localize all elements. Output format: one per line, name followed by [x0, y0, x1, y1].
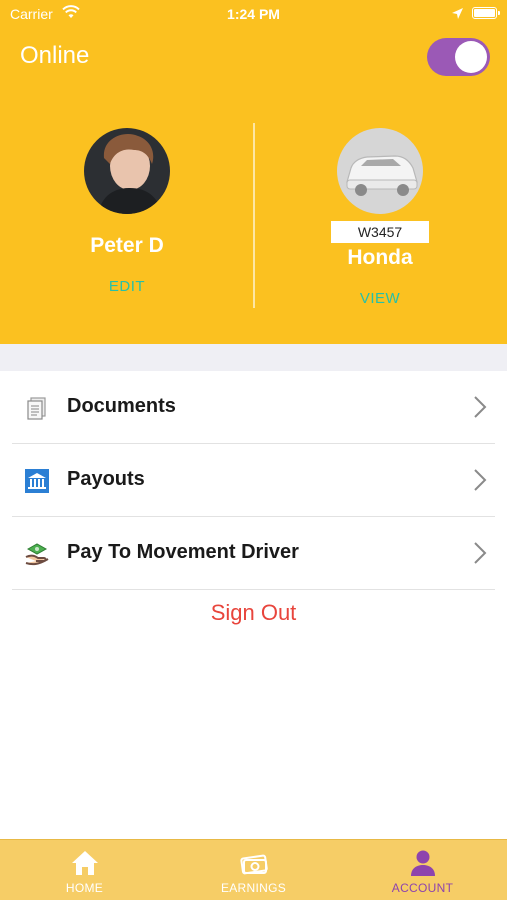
- documents-icon: [27, 397, 46, 420]
- status-bar: Carrier 1:24 PM: [0, 0, 507, 28]
- vehicle-name: Honda: [347, 246, 413, 269]
- battery-icon: [472, 7, 500, 19]
- section-spacer: [0, 344, 507, 371]
- account-header: Online Peter D EDIT W3457 Honda VIEW: [0, 28, 507, 344]
- menu-item-label: Pay To Movement Driver: [67, 541, 299, 563]
- driver-name: Peter D: [90, 234, 164, 257]
- tab-label: ACCOUNT: [391, 881, 454, 895]
- cash-icon: [239, 854, 268, 875]
- menu-item-payouts[interactable]: Payouts: [12, 444, 495, 517]
- sign-out-button[interactable]: Sign Out: [0, 600, 507, 626]
- clock: 1:24 PM: [227, 6, 280, 22]
- tab-earnings[interactable]: EARNINGS: [169, 840, 338, 900]
- bank-icon: [25, 469, 49, 493]
- bottom-tab-bar: HOME EARNINGS ACCOUNT: [0, 839, 507, 900]
- driver-profile: Peter D EDIT: [27, 128, 227, 295]
- tab-label: HOME: [65, 881, 104, 895]
- toggle-knob: [455, 41, 487, 73]
- driver-avatar[interactable]: [84, 128, 170, 214]
- menu-item-label: Documents: [67, 395, 176, 417]
- chevron-right-icon: [474, 396, 487, 418]
- edit-profile-link[interactable]: EDIT: [27, 278, 227, 295]
- vehicle-profile: W3457 Honda VIEW: [280, 128, 480, 307]
- account-menu: Documents Payouts Pay To Movement Driver: [0, 371, 507, 590]
- tab-label: EARNINGS: [220, 881, 287, 895]
- menu-item-documents[interactable]: Documents: [12, 371, 495, 444]
- online-toggle[interactable]: [427, 38, 490, 76]
- person-icon: [410, 850, 435, 876]
- menu-item-pay-driver[interactable]: Pay To Movement Driver: [12, 517, 495, 590]
- menu-item-label: Payouts: [67, 468, 145, 490]
- view-vehicle-link[interactable]: VIEW: [280, 290, 480, 307]
- license-plate: W3457: [331, 221, 429, 243]
- header-divider: [253, 123, 255, 308]
- tab-home[interactable]: HOME: [0, 840, 169, 900]
- money-hand-icon: [25, 543, 49, 566]
- location-arrow-icon: [452, 8, 463, 19]
- car-avatar[interactable]: [337, 128, 423, 214]
- home-icon: [71, 851, 98, 875]
- online-status-label: Online: [20, 42, 90, 69]
- chevron-right-icon: [474, 542, 487, 564]
- tab-account[interactable]: ACCOUNT: [338, 840, 507, 900]
- chevron-right-icon: [474, 469, 487, 491]
